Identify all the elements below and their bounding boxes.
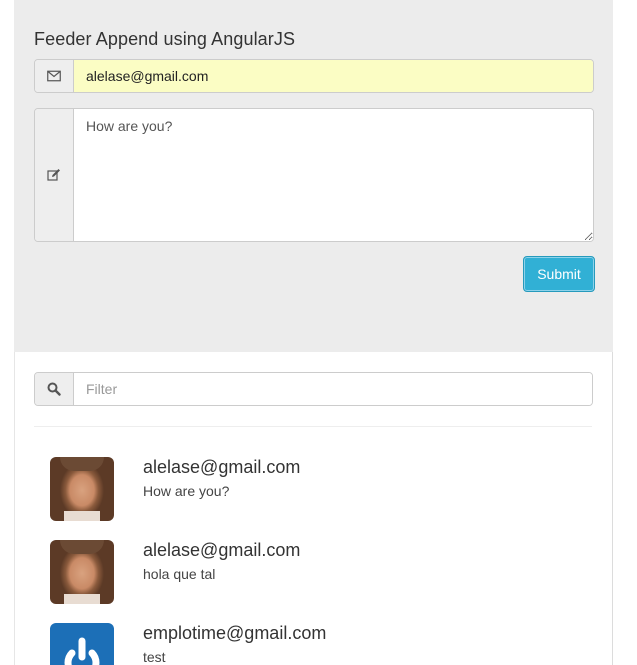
list-item: emplotime@gmail.com test [50, 623, 590, 665]
email-field[interactable] [74, 60, 593, 92]
avatar [50, 540, 114, 604]
item-message: test [143, 649, 166, 665]
page-margin-left [0, 0, 14, 665]
item-message: How are you? [143, 483, 230, 499]
edit-icon [35, 109, 74, 241]
divider [34, 426, 592, 427]
email-input-group [34, 59, 594, 93]
page-margin-right [613, 0, 637, 665]
item-email: emplotime@gmail.com [143, 623, 327, 643]
page-title: Feeder Append using AngularJS [34, 29, 296, 49]
filter-input[interactable] [74, 373, 592, 405]
avatar [50, 623, 114, 665]
message-input-group: How are you? [34, 108, 594, 242]
list-item: alelase@gmail.com hola que tal [50, 540, 590, 606]
message-field[interactable]: How are you? [74, 109, 593, 241]
item-email: alelase@gmail.com [143, 457, 301, 477]
avatar [50, 457, 114, 521]
submit-button[interactable]: Submit [523, 256, 595, 292]
item-message: hola que tal [143, 566, 216, 582]
item-email: alelase@gmail.com [143, 540, 301, 560]
envelope-icon [35, 60, 74, 92]
power-icon [64, 637, 100, 665]
filter-input-group [34, 372, 593, 406]
search-icon [35, 373, 74, 405]
list-item: alelase@gmail.com How are you? [50, 457, 590, 523]
